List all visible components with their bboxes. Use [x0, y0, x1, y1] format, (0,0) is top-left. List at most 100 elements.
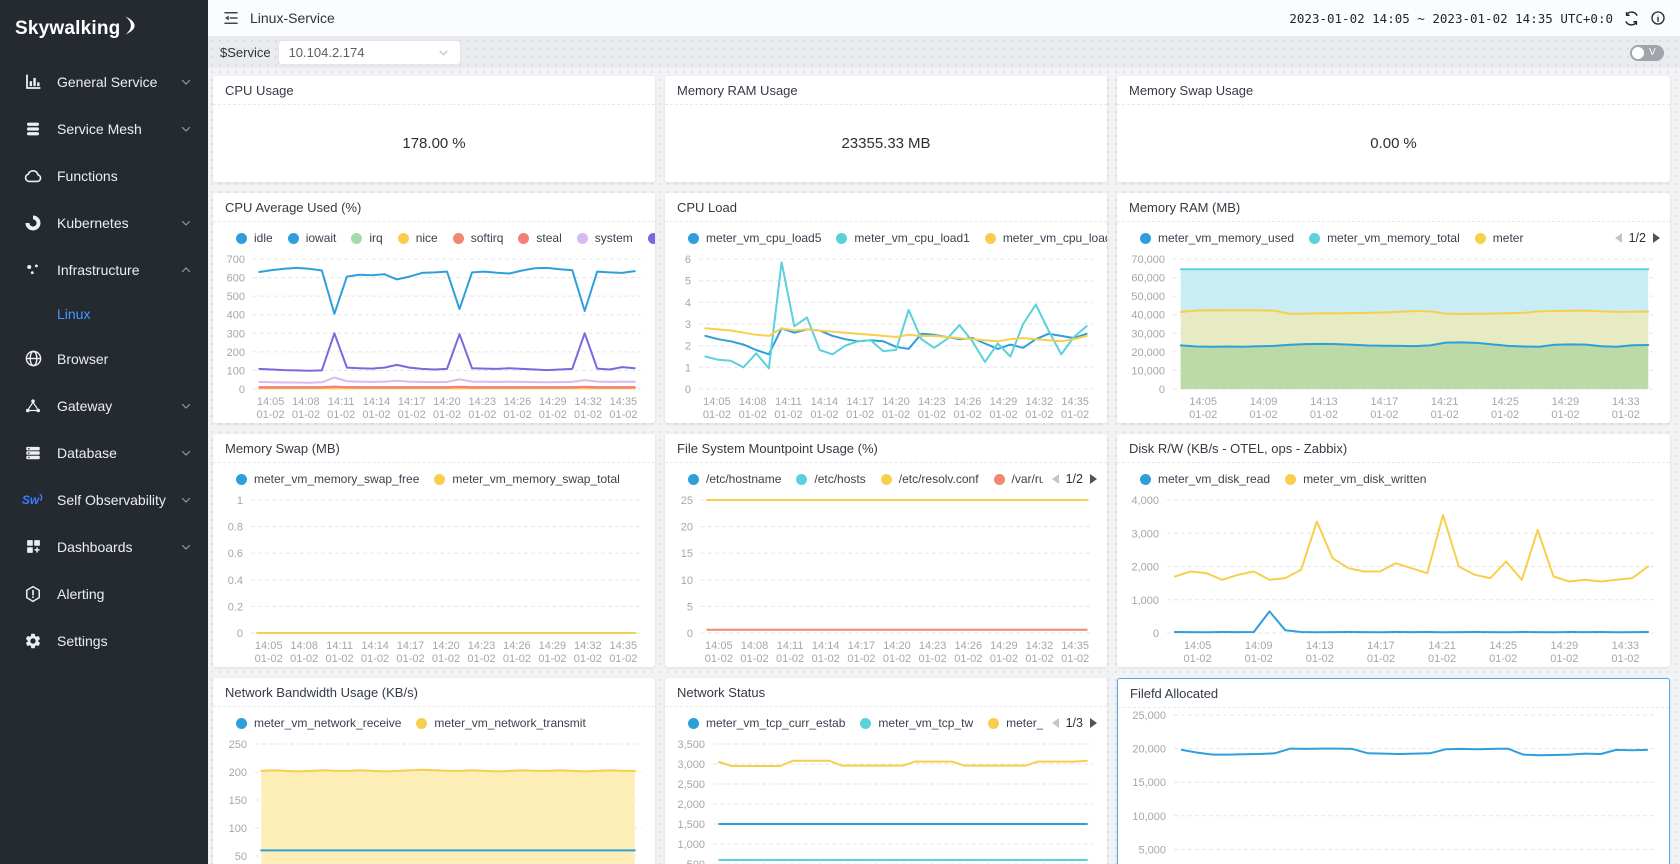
- sidebar-item-linux[interactable]: Linux: [0, 293, 208, 335]
- legend-item-meter-vm-disk-read[interactable]: meter_vm_disk_read: [1140, 472, 1270, 486]
- legend-item-meter-vm-memory-swap-total[interactable]: meter_vm_memory_swap_total: [434, 472, 619, 486]
- svg-text:14:05: 14:05: [1189, 396, 1217, 408]
- legend-item-system[interactable]: system: [577, 231, 633, 245]
- memory-swap-canvas[interactable]: 00.20.40.60.8114:0501-0214:0801-0214:110…: [213, 493, 655, 667]
- chart-plot-filesystem-mountpoint-usage[interactable]: 051015202514:0501-0214:0801-0214:1101-02…: [665, 493, 1107, 667]
- legend-item-user[interactable]: user: [648, 231, 655, 245]
- legend-item-softirq[interactable]: softirq: [453, 231, 504, 245]
- sidebar-item-infrastructure[interactable]: Infrastructure: [0, 246, 208, 293]
- filesystem-mountpoint-usage-canvas[interactable]: 051015202514:0501-0214:0801-0214:1101-02…: [665, 493, 1107, 667]
- legend-item-meter-vm-cpu-load1[interactable]: meter_vm_cpu_load1: [836, 231, 969, 245]
- legend-prev-icon[interactable]: [1050, 473, 1060, 485]
- legend-item-idle[interactable]: idle: [236, 231, 273, 245]
- svg-text:01-02: 01-02: [882, 409, 910, 421]
- legend-item-etc-hosts[interactable]: /etc/hosts: [796, 472, 865, 486]
- legend-prev-icon[interactable]: [1613, 232, 1623, 244]
- timezone-text: UTC+0:0: [1560, 11, 1613, 26]
- chart-plot-filefd-allocated[interactable]: 05,00010,00015,00020,00025,00014:0501-02…: [1118, 708, 1669, 864]
- legend-next-icon[interactable]: [1089, 473, 1099, 485]
- legend-marker: [1140, 474, 1151, 485]
- dashboard-grid: CPU Usage178.00%Memory RAM Usage23355.33…: [213, 76, 1670, 864]
- sidebar-item-functions[interactable]: Functions: [0, 152, 208, 199]
- alert-icon: [22, 583, 44, 605]
- cpu-load-canvas[interactable]: 012345614:0501-0214:0801-0214:1101-0214:…: [665, 252, 1107, 423]
- chart-plot-network-bandwidth-usage[interactable]: 05010015020025014:0501-0214:0801-0214:11…: [213, 737, 655, 864]
- legend-item-meter[interactable]: meter: [1475, 231, 1524, 245]
- legend-item-irq[interactable]: irq: [351, 231, 382, 245]
- svg-text:14:14: 14:14: [812, 640, 840, 652]
- chart-plot-memory-swap[interactable]: 00.20.40.60.8114:0501-0214:0801-0214:110…: [213, 493, 655, 667]
- legend-item-meter-vm-tcp-curr-estab[interactable]: meter_vm_tcp_curr_estab: [688, 716, 845, 730]
- metric-value: 0.00%: [1117, 105, 1670, 182]
- legend-item-nice[interactable]: nice: [398, 231, 438, 245]
- svg-text:40,000: 40,000: [1131, 310, 1165, 322]
- legend-item-etc-hostname[interactable]: /etc/hostname: [688, 472, 781, 486]
- cpu-average-used-canvas[interactable]: 010020030040050060070014:0501-0214:0801-…: [213, 252, 655, 423]
- service-select[interactable]: 10.104.2.174: [278, 40, 461, 65]
- network-status-canvas[interactable]: 05001,0001,5002,0002,5003,0003,50014:050…: [665, 737, 1107, 864]
- svg-text:14:23: 14:23: [469, 396, 497, 408]
- chart-plot-memory-ram[interactable]: 010,00020,00030,00040,00050,00060,00070,…: [1117, 252, 1670, 423]
- sidebar-item-gateway[interactable]: Gateway: [0, 382, 208, 429]
- sidebar-item-label: Kubernetes: [57, 215, 180, 231]
- app-logo[interactable]: Skywalking: [0, 0, 208, 58]
- view-toggle[interactable]: V: [1630, 45, 1664, 61]
- filefd-allocated-canvas[interactable]: 05,00010,00015,00020,00025,00014:0501-02…: [1118, 708, 1669, 864]
- sidebar-item-database[interactable]: Database: [0, 429, 208, 476]
- legend-item-meter-vm-tcp-tw[interactable]: meter_vm_tcp_tw: [860, 716, 973, 730]
- svg-text:14:09: 14:09: [1245, 640, 1273, 652]
- sidebar-item-self-observability[interactable]: SwSelf Observability: [0, 476, 208, 523]
- chart-plot-cpu-average-used[interactable]: 010020030040050060070014:0501-0214:0801-…: [213, 252, 655, 423]
- svg-text:15: 15: [681, 548, 693, 560]
- svg-text:01-02: 01-02: [433, 409, 461, 421]
- legend-item-var-rur[interactable]: /var/rur: [994, 472, 1050, 486]
- sidebar-item-alerting[interactable]: Alerting: [0, 570, 208, 617]
- legend-marker: [985, 233, 996, 244]
- svg-text:01-02: 01-02: [1306, 653, 1334, 665]
- svg-text:10,000: 10,000: [1131, 365, 1165, 377]
- sidebar-item-general-service[interactable]: General Service: [0, 58, 208, 105]
- sidebar-item-kubernetes[interactable]: Kubernetes: [0, 199, 208, 246]
- legend-marker: [688, 474, 699, 485]
- legend-item-meter-vm-memory-total[interactable]: meter_vm_memory_total: [1309, 231, 1460, 245]
- chart-plot-cpu-load[interactable]: 012345614:0501-0214:0801-0214:1101-0214:…: [665, 252, 1107, 423]
- chart-plot-disk-rw[interactable]: 01,0002,0003,0004,00014:0501-0214:0901-0…: [1117, 493, 1670, 667]
- legend-item-etc-resolv-conf[interactable]: /etc/resolv.conf: [881, 472, 979, 486]
- legend-marker: [881, 474, 892, 485]
- memory-ram-canvas[interactable]: 010,00020,00030,00040,00050,00060,00070,…: [1117, 252, 1670, 423]
- legend-item-meter-vm-memory-used[interactable]: meter_vm_memory_used: [1140, 231, 1294, 245]
- svg-text:14:14: 14:14: [811, 396, 839, 408]
- sidebar-item-settings[interactable]: Settings: [0, 617, 208, 664]
- svg-text:01-02: 01-02: [1551, 409, 1579, 421]
- sidebar-item-dashboards[interactable]: Dashboards: [0, 523, 208, 570]
- chevron-down-icon: [437, 46, 450, 59]
- sidebar-item-browser[interactable]: Browser: [0, 335, 208, 382]
- sidebar-item-service-mesh[interactable]: Service Mesh: [0, 105, 208, 152]
- legend-prev-icon[interactable]: [1050, 717, 1060, 729]
- disk-rw-canvas[interactable]: 01,0002,0003,0004,00014:0501-0214:0901-0…: [1117, 493, 1670, 667]
- collapse-menu-icon[interactable]: [222, 9, 240, 27]
- chevron-down-icon: [180, 217, 192, 229]
- chart-plot-network-status[interactable]: 05001,0001,5002,0002,5003,0003,50014:050…: [665, 737, 1107, 864]
- svg-text:1: 1: [685, 362, 691, 374]
- svg-text:01-02: 01-02: [432, 653, 460, 665]
- svg-text:01-02: 01-02: [503, 409, 531, 421]
- network-bandwidth-usage-canvas[interactable]: 05010015020025014:0501-0214:0801-0214:11…: [213, 737, 655, 864]
- legend-next-icon[interactable]: [1089, 717, 1099, 729]
- svg-text:01-02: 01-02: [703, 409, 731, 421]
- info-icon[interactable]: [1650, 10, 1666, 26]
- legend-item-iowait[interactable]: iowait: [288, 231, 337, 245]
- legend-item-meter-vm-cpu-load5[interactable]: meter_vm_cpu_load5: [688, 231, 821, 245]
- legend-item-meter-vm-cpu-load15[interactable]: meter_vm_cpu_load15: [985, 231, 1107, 245]
- legend-item-meter-vm-disk-written[interactable]: meter_vm_disk_written: [1285, 472, 1426, 486]
- legend-next-icon[interactable]: [1652, 232, 1662, 244]
- legend-item-meter-vm-network-transmit[interactable]: meter_vm_network_transmit: [416, 716, 585, 730]
- legend-item-steal[interactable]: steal: [518, 231, 561, 245]
- refresh-icon[interactable]: [1623, 10, 1640, 27]
- legend-item-meter-vm-network-receive[interactable]: meter_vm_network_receive: [236, 716, 401, 730]
- time-range-picker[interactable]: 2023-01-02 14:05 ~ 2023-01-02 14:35 UTC+…: [1289, 11, 1613, 26]
- svg-text:14:26: 14:26: [954, 396, 982, 408]
- svg-text:01-02: 01-02: [574, 409, 602, 421]
- legend-item-meter-vm-memory-swap-free[interactable]: meter_vm_memory_swap_free: [236, 472, 419, 486]
- svg-text:01-02: 01-02: [847, 653, 875, 665]
